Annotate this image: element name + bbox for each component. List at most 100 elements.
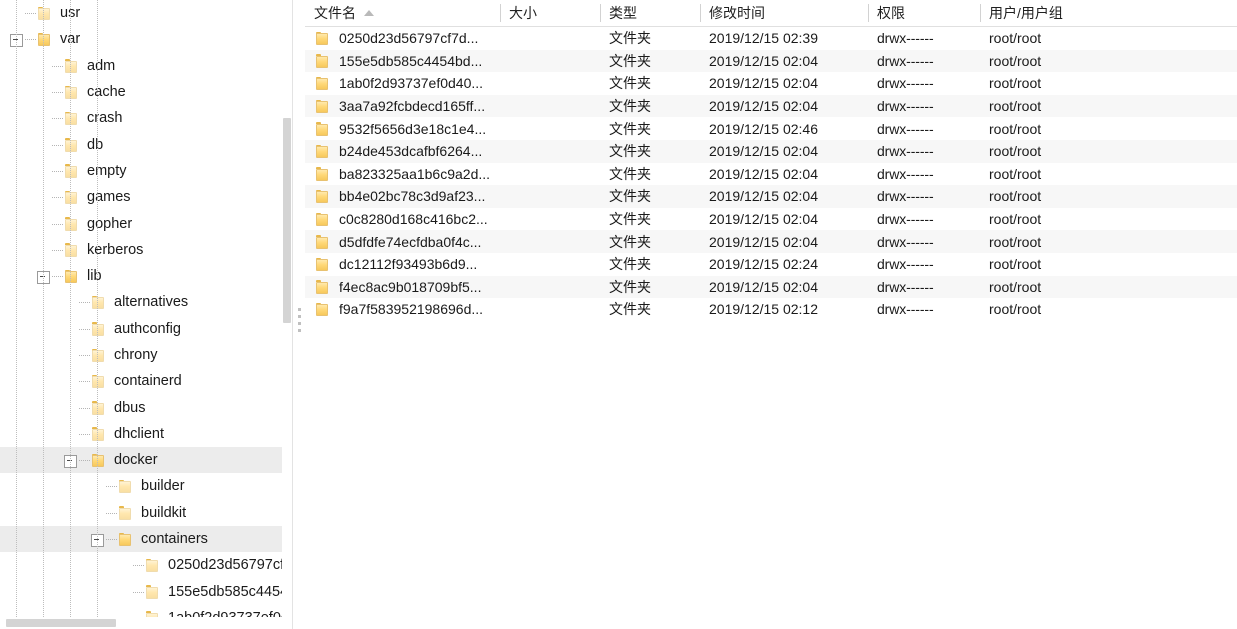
folder-icon — [92, 295, 105, 310]
file-list-row[interactable]: c0c8280d168c416bc2... 文件夹 2019/12/15 02:04… — [305, 208, 1237, 231]
cell-perm: drwx------ — [868, 117, 980, 140]
cell-name: dc12112f93493b6d9... — [305, 253, 500, 276]
cell-own: root/root — [980, 117, 1160, 140]
cell-time-text: 2019/12/15 02:12 — [709, 301, 818, 318]
cell-name: 155e5db585c4454bd... — [305, 50, 500, 73]
file-list-row[interactable]: 155e5db585c4454bd... 文件夹 2019/12/15 02:04 d… — [305, 49, 1237, 73]
tree-item-builder[interactable]: builder — [0, 473, 292, 499]
file-list-header: 文件名 大小 类型 修改时间 权限 用户/用户组 — [305, 0, 1237, 27]
tree-horizontal-scrollbar-thumb[interactable] — [6, 619, 116, 627]
tree-connector-line — [79, 368, 92, 394]
tree-item-label: docker — [114, 452, 158, 469]
tree-horizontal-scrollbar[interactable] — [0, 617, 292, 629]
tree-item-games[interactable]: games — [0, 184, 292, 210]
tree-item-0250d23d56797cf[interactable]: 0250d23d56797cf — [0, 552, 292, 578]
cell-name: bb4e02bc78c3d9af23... — [305, 185, 500, 208]
folder-icon — [92, 400, 105, 415]
column-header-type[interactable]: 类型 — [600, 0, 700, 27]
tree-item-gopher[interactable]: gopher — [0, 210, 292, 236]
cell-time: 2019/12/15 02:04 — [700, 208, 868, 231]
tree-item-dhclient[interactable]: dhclient — [0, 421, 292, 447]
cell-own: root/root — [980, 95, 1160, 118]
column-header-name[interactable]: 文件名 — [305, 0, 500, 27]
tree-item-crash[interactable]: crash — [0, 105, 292, 131]
cell-type-text: 文件夹 — [609, 98, 651, 115]
cell-perm: drwx------ — [868, 253, 980, 276]
cell-type-text: 文件夹 — [609, 278, 651, 295]
collapse-toggle-icon[interactable] — [8, 26, 25, 52]
tree-vertical-scrollbar-thumb[interactable] — [283, 118, 291, 323]
file-list-row[interactable]: dc12112f93493b6d9... 文件夹 2019/12/15 02:24 d… — [305, 253, 1237, 276]
file-list-row[interactable]: b24de453dcafbf6264... 文件夹 2019/12/15 02:04… — [305, 139, 1237, 163]
tree-item-lib[interactable]: lib — [0, 263, 292, 289]
file-list-row[interactable]: bb4e02bc78c3d9af23... 文件夹 2019/12/15 02:04… — [305, 185, 1237, 208]
tree-item-label: db — [87, 136, 104, 153]
tree-item-authconfig[interactable]: authconfig — [0, 316, 292, 342]
file-list-row[interactable]: ba823325aa1b6c9a2d... 文件夹 2019/12/15 02:04… — [305, 163, 1237, 186]
tree-item-containerd[interactable]: containerd — [0, 368, 292, 394]
file-list-row[interactable]: 0250d23d56797cf7d... 文件夹 2019/12/15 02:39 d… — [305, 27, 1237, 50]
folder-icon — [316, 53, 329, 68]
tree-item-1ab0f2d93737ef0c[interactable]: 1ab0f2d93737ef0c — [0, 605, 292, 617]
tree-twisty-spacer — [116, 605, 133, 617]
tree-connector-line — [52, 237, 65, 263]
tree-item-label: authconfig — [114, 320, 181, 337]
collapse-toggle-icon[interactable] — [35, 263, 52, 289]
tree-item-alternatives[interactable]: alternatives — [0, 289, 292, 315]
tree-vertical-scrollbar[interactable] — [282, 0, 292, 617]
tree-connector-line — [52, 79, 65, 105]
tree-item-155e5db585c4454[interactable]: 155e5db585c4454 — [0, 579, 292, 605]
tree-item-label: dhclient — [114, 425, 164, 442]
collapse-toggle-icon[interactable] — [62, 447, 79, 473]
tree-item-docker[interactable]: docker — [0, 447, 292, 474]
file-list-body[interactable]: 0250d23d56797cf7d... 文件夹 2019/12/15 02:39 d… — [305, 27, 1237, 321]
tree-item-dbus[interactable]: dbus — [0, 394, 292, 420]
tree-item-chrony[interactable]: chrony — [0, 342, 292, 368]
tree-item-cache[interactable]: cache — [0, 79, 292, 105]
cell-own-text: root/root — [989, 256, 1042, 273]
tree-item-containers[interactable]: containers — [0, 525, 292, 553]
tree-item-kerberos[interactable]: kerberos — [0, 237, 292, 263]
cell-size — [500, 95, 600, 118]
folder-icon — [316, 189, 329, 204]
cell-name-text: f9a7f583952198696d... — [339, 301, 484, 318]
directory-tree-panel: usr var adm cache crash db empty games gopher ker… — [0, 0, 292, 629]
file-list-row[interactable]: 3aa7a92fcbdecd165ff... 文件夹 2019/12/15 02:0… — [305, 94, 1237, 118]
file-list-row[interactable]: d5dfdfe74ecfdba0f4c... 文件夹 2019/12/15 02:0… — [305, 230, 1237, 253]
tree-item-empty[interactable]: empty — [0, 158, 292, 184]
tree-connector-line — [133, 605, 146, 617]
column-header-own[interactable]: 用户/用户组 — [980, 0, 1160, 27]
tree-item-buildkit[interactable]: buildkit — [0, 500, 292, 526]
cell-perm: drwx------ — [868, 27, 980, 50]
file-list-row[interactable]: f9a7f583952198696d... 文件夹 2019/12/15 02:12… — [305, 298, 1237, 321]
tree-twisty-spacer — [89, 473, 106, 499]
file-list-row[interactable]: f4ec8ac9b018709bf5... 文件夹 2019/12/15 02:04… — [305, 275, 1237, 299]
tree-item-usr[interactable]: usr — [0, 0, 292, 26]
tree-item-db[interactable]: db — [0, 131, 292, 157]
tree-connector-line — [79, 289, 92, 315]
collapse-toggle-icon[interactable] — [89, 526, 106, 552]
cell-own: root/root — [980, 208, 1160, 231]
column-header-perm[interactable]: 权限 — [868, 0, 980, 27]
folder-icon — [65, 85, 78, 100]
file-list-row[interactable]: 9532f5656d3e18c1e4... 文件夹 2019/12/15 02:46… — [305, 117, 1237, 140]
cell-time: 2019/12/15 02:46 — [700, 117, 868, 140]
tree-connector-line — [133, 579, 146, 605]
cell-own: root/root — [980, 140, 1160, 163]
tree-item-var[interactable]: var — [0, 26, 292, 52]
cell-type-text: 文件夹 — [609, 165, 651, 182]
file-list-panel: 文件名 大小 类型 修改时间 权限 用户/用户组 0250d23d56797cf7d...… — [305, 0, 1237, 629]
column-header-time[interactable]: 修改时间 — [700, 0, 868, 27]
directory-tree[interactable]: usr var adm cache crash db empty games gopher ker… — [0, 0, 292, 617]
cell-perm: drwx------ — [868, 163, 980, 186]
column-header-size[interactable]: 大小 — [500, 0, 600, 27]
panel-splitter[interactable] — [292, 0, 305, 629]
tree-item-adm[interactable]: adm — [0, 53, 292, 79]
folder-icon — [316, 121, 329, 136]
file-list-row[interactable]: 1ab0f2d93737ef0d40... 文件夹 2019/12/15 02:04… — [305, 72, 1237, 95]
